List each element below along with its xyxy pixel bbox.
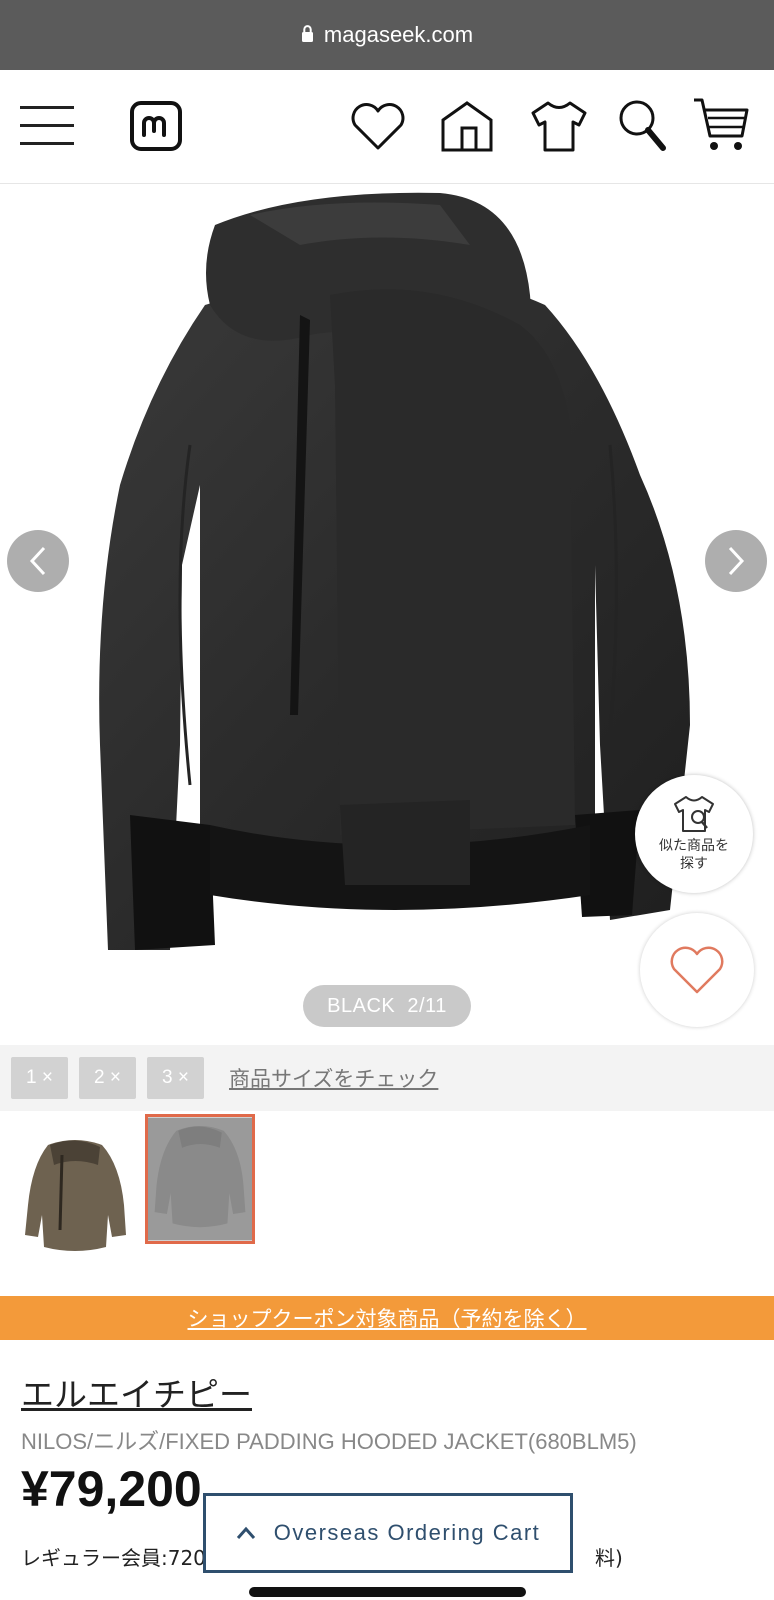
zoom-2x-button[interactable]: 2 × (79, 1057, 136, 1099)
cart-icon[interactable] (692, 96, 750, 154)
chevron-up-icon (236, 1526, 255, 1539)
favorite-button[interactable] (640, 913, 754, 1027)
image-counter: 2/11 (407, 994, 447, 1017)
brand-link[interactable]: エルエイチピー (21, 1368, 252, 1416)
thumbnail-black-selected[interactable] (145, 1114, 255, 1244)
prev-image-button[interactable] (7, 530, 69, 592)
member-price-start: レギュラー会員:720 (21, 1546, 206, 1570)
find-similar-button[interactable]: 似た商品を 探す (635, 775, 753, 893)
heart-icon[interactable] (349, 102, 407, 152)
image-color-counter: BLACK 2/11 (303, 985, 471, 1027)
coupon-banner[interactable]: ショップクーポン対象商品（予約を除く） (0, 1296, 774, 1340)
overseas-cart-button[interactable]: Overseas Ordering Cart (203, 1493, 573, 1573)
menu-icon[interactable] (20, 103, 74, 149)
zoom-3x-button[interactable]: 3 × (147, 1057, 204, 1099)
color-label: BLACK (327, 994, 396, 1017)
member-price-end: 料) (595, 1546, 623, 1570)
zoom-bar: 1 × 2 × 3 × 商品サイズをチェック (0, 1045, 774, 1111)
browser-url-bar[interactable]: magaseek.com (0, 0, 774, 70)
url-text: magaseek.com (323, 22, 474, 47)
heart-outline-icon (670, 946, 724, 994)
tshirt-search-icon (674, 796, 714, 832)
product-price: ¥79,200 (21, 1461, 202, 1517)
search-icon[interactable] (617, 98, 667, 152)
find-similar-label-1: 似た商品を (659, 838, 729, 854)
home-indicator (249, 1587, 526, 1597)
chevron-left-icon (29, 546, 46, 576)
size-check-link[interactable]: 商品サイズをチェック (229, 1063, 438, 1093)
product-name: NILOS/ニルズ/FIXED PADDING HOODED JACKET(68… (21, 1429, 637, 1454)
shop-icon[interactable] (440, 100, 494, 152)
find-similar-label-2: 探す (680, 856, 708, 872)
site-header (0, 70, 774, 184)
magaseek-logo[interactable] (130, 101, 182, 151)
overseas-cart-label: Overseas Ordering Cart (273, 1520, 541, 1545)
tshirt-icon[interactable] (530, 100, 588, 152)
thumbnail-brown[interactable] (20, 1135, 130, 1265)
next-image-button[interactable] (705, 530, 767, 592)
chevron-right-icon (728, 546, 745, 576)
zoom-1x-button[interactable]: 1 × (11, 1057, 68, 1099)
product-main-image (99, 192, 690, 950)
product-image-gallery[interactable]: 似た商品を 探す BLACK 2/11 (0, 185, 774, 1045)
color-thumbnails (0, 1111, 774, 1295)
lock-icon (301, 22, 314, 48)
